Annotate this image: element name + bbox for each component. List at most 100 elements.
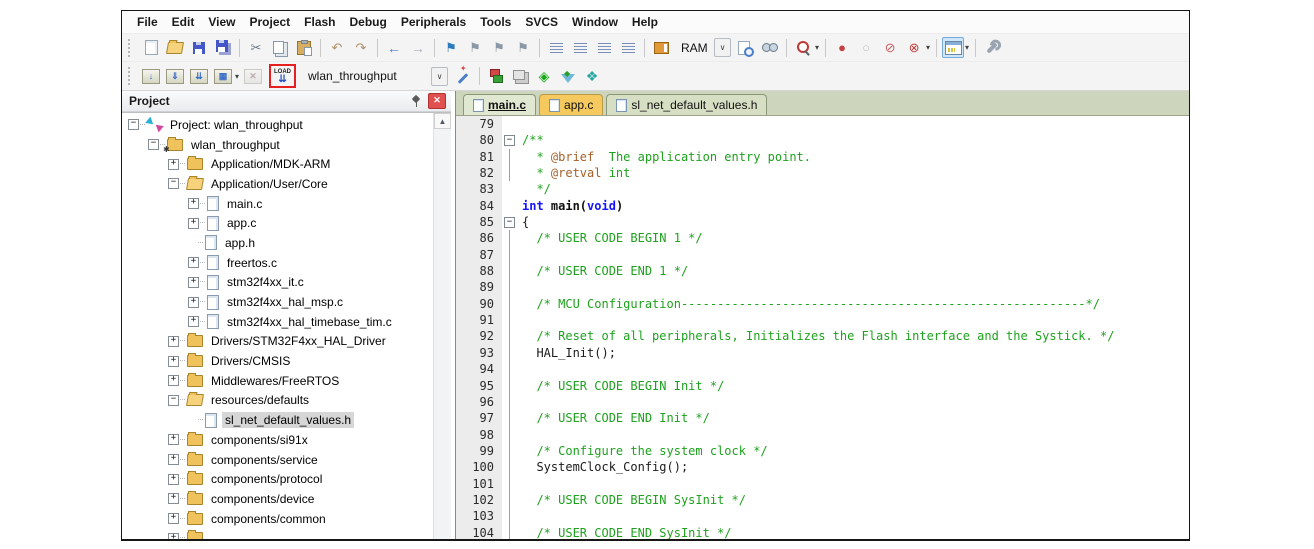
- build-button[interactable]: ⇓: [164, 66, 186, 87]
- open-file-button[interactable]: [164, 37, 186, 58]
- expand-toggle[interactable]: +: [168, 434, 179, 445]
- expand-toggle[interactable]: −: [168, 395, 179, 406]
- expand-toggle[interactable]: +: [188, 198, 199, 209]
- tree-item-components-device[interactable]: +components/device: [122, 489, 433, 509]
- expand-toggle[interactable]: +: [168, 356, 179, 367]
- expand-toggle[interactable]: +: [188, 316, 199, 327]
- toolbar-grip[interactable]: [128, 67, 135, 85]
- menu-peripherals[interactable]: Peripherals: [394, 15, 473, 29]
- tree-item-stm32f4xx-hal-timebase-tim-c[interactable]: +stm32f4xx_hal_timebase_tim.c: [122, 312, 433, 332]
- tree-item-stm32f4xx-hal-msp-c[interactable]: +stm32f4xx_hal_msp.c: [122, 292, 433, 312]
- new-file-button[interactable]: [140, 37, 162, 58]
- tree-item-item[interactable]: +: [122, 528, 433, 539]
- stop-build-button[interactable]: ✕: [242, 66, 264, 87]
- collapse-icon[interactable]: −: [504, 135, 515, 146]
- expand-toggle[interactable]: +: [168, 336, 179, 347]
- rebuild-all-button[interactable]: ⇊: [188, 66, 210, 87]
- close-panel-button[interactable]: ✕: [428, 93, 446, 109]
- expand-toggle[interactable]: +: [168, 513, 179, 524]
- expand-toggle[interactable]: +: [188, 297, 199, 308]
- tree-item-app-c[interactable]: +app.c: [122, 213, 433, 233]
- expand-toggle[interactable]: +: [168, 375, 179, 386]
- manage-project-items-button[interactable]: [485, 66, 507, 87]
- expand-toggle[interactable]: −: [168, 178, 179, 189]
- pack-installer-button[interactable]: ❖: [581, 66, 603, 87]
- expand-toggle[interactable]: +: [168, 533, 179, 539]
- paste-button[interactable]: [293, 37, 315, 58]
- expand-toggle[interactable]: +: [188, 218, 199, 229]
- find-in-files-button[interactable]: [735, 37, 757, 58]
- expand-toggle[interactable]: −: [128, 119, 139, 130]
- menu-project[interactable]: Project: [242, 15, 297, 29]
- tree-item-application-mdk-arm[interactable]: +Application/MDK-ARM: [122, 154, 433, 174]
- tree-item-project-wlan-throughput[interactable]: −Project: wlan_throughput: [122, 115, 433, 135]
- navigate-forward-button[interactable]: →: [407, 37, 429, 58]
- collapse-icon[interactable]: −: [504, 217, 515, 228]
- find-dialog-button[interactable]: [650, 37, 672, 58]
- batch-build-button[interactable]: ▦: [212, 66, 234, 87]
- expand-toggle[interactable]: −: [148, 139, 159, 150]
- tree-item-app-h[interactable]: app.h: [122, 233, 433, 253]
- manage-books-button[interactable]: [509, 66, 531, 87]
- comment-selection-button[interactable]: [593, 37, 615, 58]
- expand-toggle[interactable]: +: [188, 277, 199, 288]
- disable-all-breakpoints-button[interactable]: ⊘: [879, 37, 901, 58]
- tree-item-freertos-c[interactable]: +freertos.c: [122, 253, 433, 273]
- start-stop-debug-session-button[interactable]: [792, 37, 814, 58]
- toolbar-grip[interactable]: [128, 39, 135, 57]
- debug-session-dropdown[interactable]: ▾: [815, 43, 819, 52]
- outdent-button[interactable]: [569, 37, 591, 58]
- menu-view[interactable]: View: [201, 15, 242, 29]
- search-combobox-value[interactable]: RAM: [676, 41, 714, 55]
- previous-bookmark-button[interactable]: ⚑: [464, 37, 486, 58]
- pin-icon[interactable]: [411, 95, 422, 107]
- manage-run-time-environment-button[interactable]: ◈: [533, 66, 555, 87]
- scroll-up-button[interactable]: ▲: [434, 113, 451, 129]
- menu-file[interactable]: File: [130, 15, 165, 29]
- navigate-back-button[interactable]: ←: [383, 37, 405, 58]
- tree-item-components-service[interactable]: +components/service: [122, 450, 433, 470]
- menu-tools[interactable]: Tools: [473, 15, 518, 29]
- enable-breakpoint-button[interactable]: ○: [855, 37, 877, 58]
- save-all-button[interactable]: [212, 37, 234, 58]
- tree-item-middlewares-freertos[interactable]: +Middlewares/FreeRTOS: [122, 371, 433, 391]
- fold-toggle[interactable]: −: [502, 214, 517, 230]
- tree-scrollbar[interactable]: ▲: [433, 113, 451, 539]
- code-area[interactable]: 7980−/**81 * @brief The application entr…: [456, 116, 1189, 539]
- cut-button[interactable]: ✂: [245, 37, 267, 58]
- target-combobox-value[interactable]: wlan_throughput: [303, 69, 431, 83]
- undo-button[interactable]: ↶: [326, 37, 348, 58]
- tree-item-main-c[interactable]: +main.c: [122, 194, 433, 214]
- menu-debug[interactable]: Debug: [343, 15, 394, 29]
- tree-item-wlan-throughput[interactable]: −wlan_throughput: [122, 135, 433, 155]
- tree-item-drivers-cmsis[interactable]: +Drivers/CMSIS: [122, 351, 433, 371]
- menu-help[interactable]: Help: [625, 15, 665, 29]
- menu-svcs[interactable]: SVCS: [518, 15, 565, 29]
- memory-window-dropdown[interactable]: ▾: [965, 43, 969, 52]
- copy-button[interactable]: [269, 37, 291, 58]
- configure-tools-button[interactable]: [981, 37, 1003, 58]
- incremental-find-button[interactable]: [759, 37, 781, 58]
- expand-toggle[interactable]: +: [168, 493, 179, 504]
- load-button[interactable]: LOAD⇊: [269, 64, 296, 88]
- indent-button[interactable]: [545, 37, 567, 58]
- expand-toggle[interactable]: +: [168, 454, 179, 465]
- tree-item-components-si91x[interactable]: +components/si91x: [122, 430, 433, 450]
- expand-toggle[interactable]: +: [168, 159, 179, 170]
- next-bookmark-button[interactable]: ⚑: [488, 37, 510, 58]
- breakpoints-dropdown[interactable]: ▾: [926, 43, 930, 52]
- tree-item-application-user-core[interactable]: −Application/User/Core: [122, 174, 433, 194]
- insert-breakpoint-button[interactable]: ●: [831, 37, 853, 58]
- search-combobox-dropdown-button[interactable]: ∨: [714, 38, 731, 57]
- tree-item-components-common[interactable]: +components/common: [122, 509, 433, 529]
- expand-toggle[interactable]: +: [188, 257, 199, 268]
- tab-sl-net-default-values-h[interactable]: sl_net_default_values.h: [606, 94, 767, 115]
- toggle-bookmark-button[interactable]: ⚑: [440, 37, 462, 58]
- menu-window[interactable]: Window: [565, 15, 625, 29]
- clear-bookmarks-button[interactable]: ⚑: [512, 37, 534, 58]
- tree-item-resources-defaults[interactable]: −resources/defaults: [122, 391, 433, 411]
- tree-item-stm32f4xx-it-c[interactable]: +stm32f4xx_it.c: [122, 273, 433, 293]
- tab-app-c[interactable]: app.c: [539, 94, 603, 115]
- options-for-target-button[interactable]: [452, 66, 474, 87]
- tree-item-components-protocol[interactable]: +components/protocol: [122, 469, 433, 489]
